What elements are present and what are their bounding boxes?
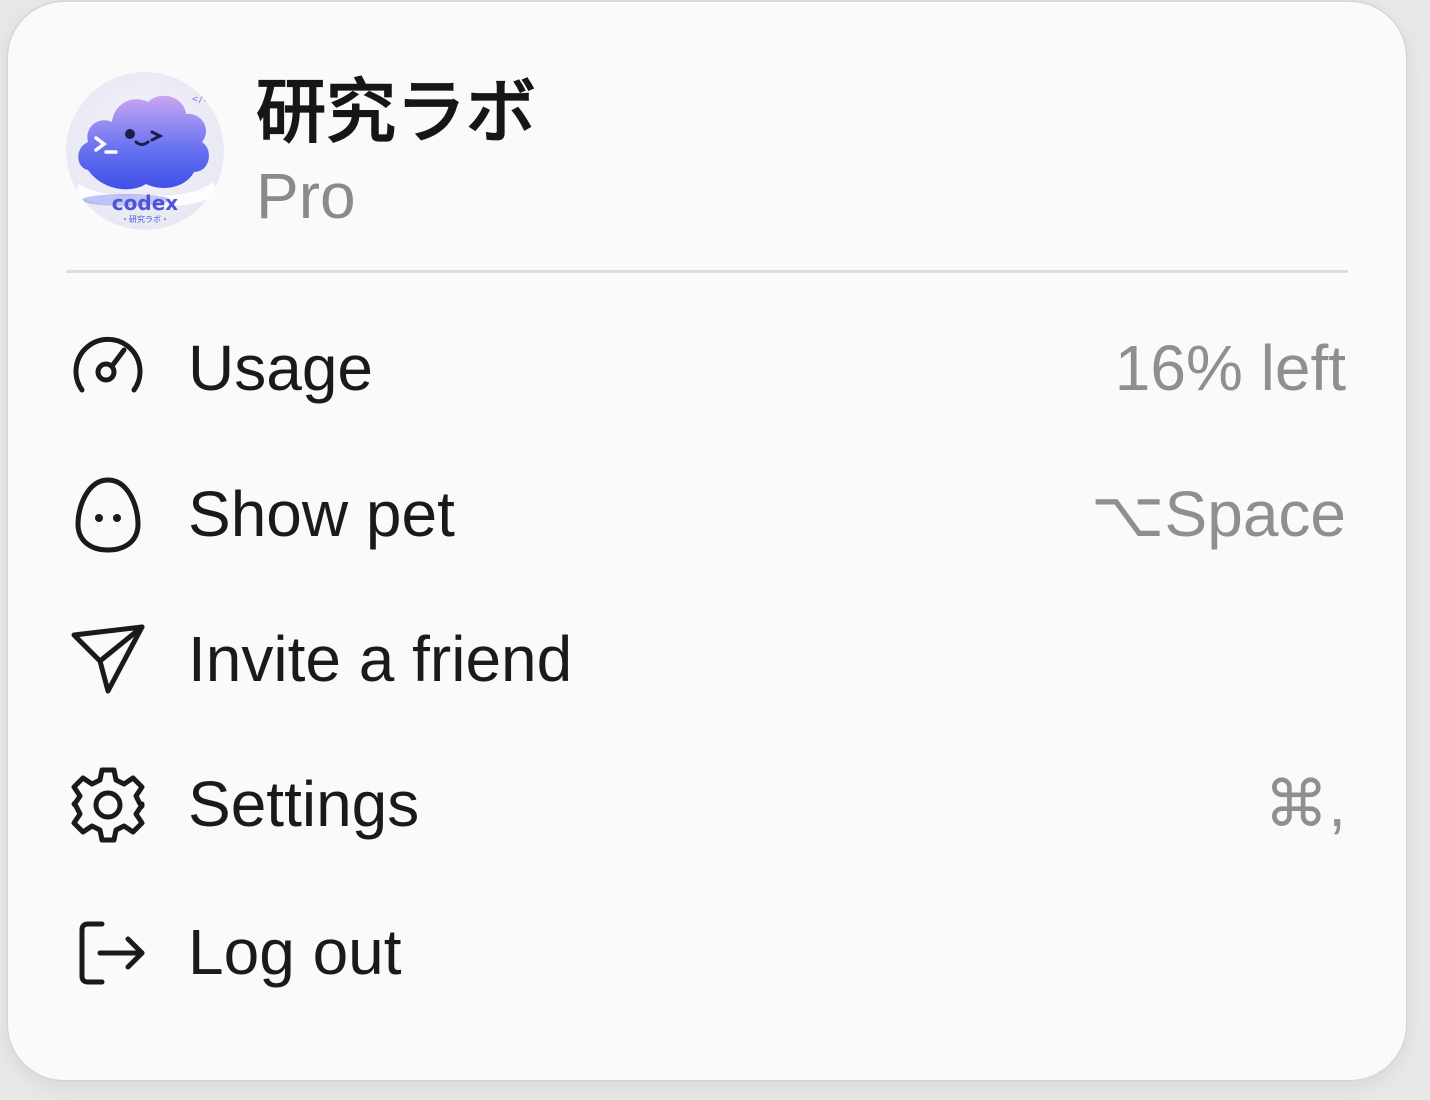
svg-text:</>: </>	[192, 94, 210, 105]
menu-item-label: Log out	[188, 916, 402, 988]
menu-item-settings[interactable]: Settings ⌘,	[66, 742, 1346, 862]
logout-icon	[66, 910, 150, 994]
send-icon	[66, 617, 150, 701]
usage-remaining: 16% left	[1114, 332, 1346, 404]
menu-item-invite-friend[interactable]: Invite a friend	[66, 597, 1346, 717]
keyboard-shortcut: ⌥Space	[1090, 478, 1346, 550]
header-divider	[66, 270, 1348, 273]
menu-item-label: Usage	[188, 332, 373, 404]
account-header: </> ✦ codex ・研究ラボ・ 研究ラボ Pro	[66, 72, 1348, 232]
menu-item-log-out[interactable]: Log out	[66, 890, 1346, 1010]
menu-item-label: Invite a friend	[188, 623, 573, 695]
gear-icon	[66, 762, 150, 846]
keyboard-shortcut: ⌘,	[1264, 768, 1346, 840]
account-plan: Pro	[256, 160, 356, 232]
account-name: 研究ラボ	[256, 71, 536, 153]
pet-icon	[66, 472, 150, 556]
account-menu: </> ✦ codex ・研究ラボ・ 研究ラボ Pro Usage 16% le…	[8, 2, 1406, 1080]
gauge-icon	[66, 326, 150, 410]
menu-item-show-pet[interactable]: Show pet ⌥Space	[66, 452, 1346, 572]
codex-mascot-icon: </> ✦ codex ・研究ラボ・	[66, 72, 224, 230]
menu-item-label: Settings	[188, 768, 420, 840]
menu-item-label: Show pet	[188, 478, 455, 550]
menu-item-usage[interactable]: Usage 16% left	[66, 306, 1346, 426]
avatar: </> ✦ codex ・研究ラボ・	[66, 72, 224, 230]
avatar-codex-text: codex	[112, 191, 178, 215]
svg-text:✦: ✦	[84, 85, 94, 99]
avatar-subtext: ・研究ラボ・	[121, 214, 169, 224]
